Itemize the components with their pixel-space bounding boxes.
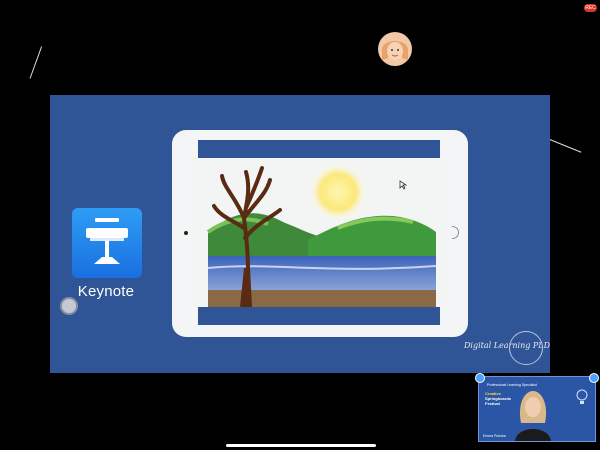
presentation-slide: Keynote Digital Learning PLD bbox=[50, 95, 550, 373]
home-indicator[interactable] bbox=[226, 444, 376, 447]
landscape-painting-art bbox=[188, 158, 452, 307]
memoji-avatar bbox=[378, 32, 412, 66]
recording-badge: REC bbox=[584, 4, 597, 12]
pip-expand-button[interactable] bbox=[589, 373, 599, 383]
keynote-icon[interactable] bbox=[72, 208, 142, 278]
memoji-face-icon bbox=[382, 41, 408, 60]
ipad-screen-top-bar bbox=[198, 140, 440, 158]
ipad-frame bbox=[172, 130, 468, 337]
landscape-painting bbox=[188, 158, 452, 307]
presenter-name: Emma Poricka bbox=[483, 434, 506, 438]
decorative-streak bbox=[29, 46, 43, 79]
ipad-screen-bottom-bar bbox=[198, 307, 440, 325]
presenter-video-tile[interactable]: Professional Learning Specialist Creativ… bbox=[475, 373, 599, 442]
pointer-icon bbox=[399, 180, 409, 190]
podium-icon bbox=[86, 218, 128, 264]
pip-close-button[interactable] bbox=[475, 373, 485, 383]
decorative-ring bbox=[509, 331, 543, 365]
presenter-avatar bbox=[515, 391, 551, 441]
touch-cursor-dot bbox=[60, 297, 78, 315]
lightbulb-icon bbox=[576, 389, 588, 404]
